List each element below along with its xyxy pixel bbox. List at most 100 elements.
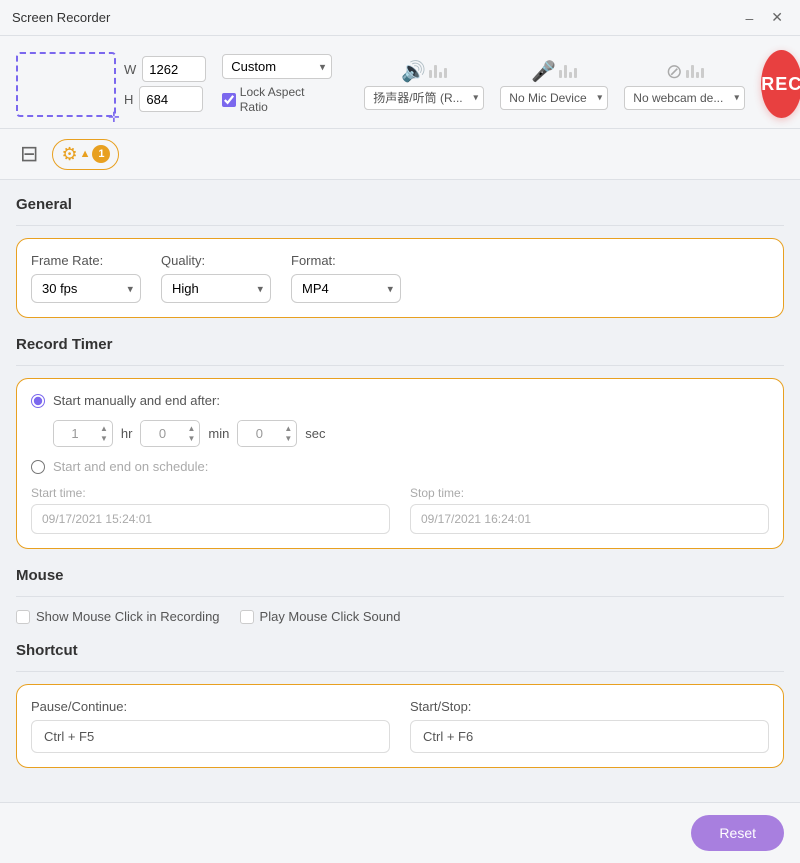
lock-aspect-checkbox[interactable] <box>222 93 235 107</box>
start-time-label: Start time: <box>31 486 390 500</box>
min-up-btn[interactable]: ▲ <box>183 424 199 434</box>
record-timer-box: Start manually and end after: ▲ ▼ hr ▲ ▼ <box>16 378 784 549</box>
gear-icon: ⚙ <box>61 144 77 165</box>
minimize-button[interactable]: – <box>740 7 758 28</box>
speaker-select-wrap: 扬声器/听筒 (R... <box>364 86 484 110</box>
frame-rate-label: Frame Rate: <box>31 253 141 268</box>
bar-2 <box>691 65 694 78</box>
manual-label: Start manually and end after: <box>53 393 220 408</box>
start-input[interactable] <box>410 720 769 753</box>
quality-label: Quality: <box>161 253 271 268</box>
manual-radio-row: Start manually and end after: <box>31 393 769 408</box>
shortcut-section-title: Shortcut <box>16 642 784 659</box>
format-select[interactable]: MP4 MOV AVI MKV GIF <box>291 274 401 303</box>
webcam-bars <box>686 65 704 78</box>
settings-bar: ⊟ ⚙ ▲ 1 <box>0 129 800 180</box>
mic-icon-row: 🎤 <box>531 59 577 84</box>
lock-aspect-label: Lock Aspect Ratio <box>240 85 333 114</box>
reset-button[interactable]: Reset <box>691 815 784 851</box>
shortcut-section: Shortcut Pause/Continue: Start/Stop: <box>16 642 784 768</box>
schedule-radio-row: Start and end on schedule: <box>31 459 769 474</box>
mouse-section-title: Mouse <box>16 567 784 584</box>
preset-lock-area: Custom Full Screen 1920x1080 1280x720 Lo… <box>222 54 332 114</box>
width-input[interactable] <box>142 56 206 82</box>
min-down-btn[interactable]: ▼ <box>183 434 199 444</box>
webcam-select[interactable]: No webcam de... <box>624 86 745 110</box>
hr-spinner: ▲ ▼ <box>53 420 113 447</box>
show-click-item: Show Mouse Click in Recording <box>16 609 220 624</box>
start-time-input[interactable] <box>31 504 390 534</box>
play-sound-item: Play Mouse Click Sound <box>240 609 401 624</box>
height-label: H <box>124 92 133 107</box>
top-bar: ✛ W H Custom Full Screen 1920x1080 1280x… <box>0 36 800 129</box>
quality-select[interactable]: Low Medium High Lossless <box>161 274 271 303</box>
speaker-icon-row: 🔊 <box>401 59 447 84</box>
webcam-icon: ⊘ <box>666 59 683 84</box>
frame-rate-select-wrap: 15 fps 20 fps 24 fps 30 fps 60 fps <box>31 274 141 303</box>
lock-aspect-row: Lock Aspect Ratio <box>222 85 332 114</box>
sec-up-btn[interactable]: ▲ <box>280 424 296 434</box>
quality-group: Quality: Low Medium High Lossless <box>161 253 271 303</box>
min-spinner: ▲ ▼ <box>140 420 200 447</box>
format-group: Format: MP4 MOV AVI MKV GIF <box>291 253 401 303</box>
show-click-checkbox[interactable] <box>16 610 30 624</box>
hr-up-btn[interactable]: ▲ <box>96 424 112 434</box>
mouse-checkbox-row: Show Mouse Click in Recording Play Mouse… <box>16 609 784 624</box>
notification-badge: 1 <box>92 145 110 163</box>
hr-input[interactable] <box>54 421 96 446</box>
general-section-title: General <box>16 196 784 213</box>
general-orange-box: Frame Rate: 15 fps 20 fps 24 fps 30 fps … <box>16 238 784 318</box>
frame-rate-select[interactable]: 15 fps 20 fps 24 fps 30 fps 60 fps <box>31 274 141 303</box>
start-shortcut-group: Start/Stop: <box>410 699 769 753</box>
time-inputs-row: ▲ ▼ hr ▲ ▼ min ▲ ▼ <box>31 420 769 447</box>
bar-2 <box>434 65 437 78</box>
hr-down-btn[interactable]: ▼ <box>96 434 112 444</box>
bottom-bar: Reset <box>0 802 800 863</box>
bar-4 <box>574 68 577 78</box>
screen-preview-box[interactable]: ✛ <box>16 52 116 117</box>
sec-down-btn[interactable]: ▼ <box>280 434 296 444</box>
sec-spinners: ▲ ▼ <box>280 424 296 444</box>
speaker-select[interactable]: 扬声器/听筒 (R... <box>364 86 484 110</box>
screen-area: ✛ W H <box>16 52 206 117</box>
width-label: W <box>124 62 136 77</box>
chevron-up-icon: ▲ <box>80 148 91 160</box>
gear-settings-wrap[interactable]: ⚙ ▲ 1 <box>52 139 119 170</box>
start-label: Start/Stop: <box>410 699 769 714</box>
shortcut-box: Pause/Continue: Start/Stop: <box>16 684 784 768</box>
sec-label: sec <box>305 426 325 441</box>
webcam-select-wrap: No webcam de... <box>624 86 745 110</box>
manual-radio[interactable] <box>31 394 45 408</box>
hr-label: hr <box>121 426 133 441</box>
mic-select[interactable]: No Mic Device <box>500 86 608 110</box>
app-title: Screen Recorder <box>12 10 740 25</box>
min-input[interactable] <box>141 421 183 446</box>
general-divider <box>16 225 784 226</box>
frame-rate-group: Frame Rate: 15 fps 20 fps 24 fps 30 fps … <box>31 253 141 303</box>
dimension-inputs: W H <box>124 56 206 112</box>
close-button[interactable]: ✕ <box>766 7 788 28</box>
record-timer-section: Record Timer Start manually and end afte… <box>16 336 784 549</box>
general-section: General Frame Rate: 15 fps 20 fps 24 fps… <box>16 196 784 318</box>
height-input[interactable] <box>139 86 203 112</box>
list-view-button[interactable]: ⊟ <box>16 137 42 171</box>
mic-icon: 🎤 <box>531 59 556 84</box>
sec-input[interactable] <box>238 421 280 446</box>
sec-spinner: ▲ ▼ <box>237 420 297 447</box>
mouse-divider <box>16 596 784 597</box>
stop-time-input[interactable] <box>410 504 769 534</box>
stop-time-label: Stop time: <box>410 486 769 500</box>
timer-divider <box>16 365 784 366</box>
preset-select[interactable]: Custom Full Screen 1920x1080 1280x720 <box>222 54 332 79</box>
play-sound-checkbox[interactable] <box>240 610 254 624</box>
speaker-bars <box>429 65 447 78</box>
schedule-radio[interactable] <box>31 460 45 474</box>
rec-button[interactable]: REC <box>761 50 800 118</box>
shortcut-fields: Pause/Continue: Start/Stop: <box>31 699 769 753</box>
stop-time-group: Stop time: <box>410 486 769 534</box>
bar-3 <box>569 72 572 78</box>
record-timer-title: Record Timer <box>16 336 784 353</box>
hr-spinners: ▲ ▼ <box>96 424 112 444</box>
pause-input[interactable] <box>31 720 390 753</box>
schedule-time-fields: Start time: Stop time: <box>31 486 769 534</box>
